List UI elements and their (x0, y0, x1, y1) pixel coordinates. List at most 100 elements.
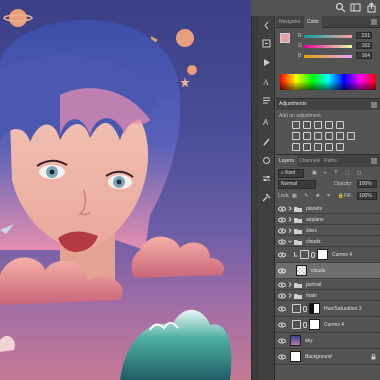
blend-mode-select[interactable]: Normal (278, 180, 316, 189)
visibility-eye-icon[interactable] (278, 293, 286, 299)
channel-mixer-icon[interactable] (336, 132, 344, 140)
green-slider[interactable]: G 162 (298, 42, 372, 50)
layer-row[interactable]: airplane (276, 214, 380, 225)
adjustments-menu-icon[interactable] (371, 102, 377, 108)
blue-slider-track[interactable] (304, 55, 352, 58)
panel-menu-icon[interactable] (371, 19, 377, 25)
curves-icon[interactable] (314, 121, 322, 129)
photo-filter-icon[interactable] (325, 132, 333, 140)
workspace-icon[interactable] (350, 2, 361, 13)
vibrance-icon[interactable] (336, 121, 344, 129)
invert-icon[interactable] (292, 143, 300, 151)
layer-row[interactable]: Background (276, 349, 380, 365)
actions-icon[interactable] (261, 57, 272, 68)
visibility-eye-icon[interactable] (278, 239, 286, 245)
layer-mask-thumbnail[interactable] (317, 249, 328, 260)
blue-slider[interactable]: B 164 (298, 52, 372, 60)
layer-row[interactable]: Hue/Saturation 3 (276, 301, 380, 317)
layer-name[interactable]: Background (305, 354, 332, 360)
chevron-right-icon[interactable] (288, 217, 292, 222)
hue-saturation-icon[interactable] (292, 132, 300, 140)
posterize-icon[interactable] (303, 143, 311, 151)
visibility-eye-icon[interactable] (278, 322, 286, 328)
layer-name[interactable]: main (306, 293, 317, 299)
visibility-eye-icon[interactable] (278, 268, 286, 274)
layer-name[interactable]: stars (306, 228, 317, 234)
layer-row[interactable]: main (276, 290, 380, 301)
layer-name[interactable]: clouds (306, 239, 320, 245)
visibility-eye-icon[interactable] (278, 282, 286, 288)
brushes-icon[interactable] (261, 136, 272, 147)
layer-name[interactable]: sky (305, 338, 313, 344)
green-value-field[interactable]: 162 (356, 42, 372, 49)
layer-mask-thumbnail[interactable] (309, 303, 320, 314)
color-balance-icon[interactable] (303, 132, 311, 140)
visibility-eye-icon[interactable] (278, 217, 286, 223)
threshold-icon[interactable] (314, 143, 322, 151)
layer-row[interactable]: clouds (276, 236, 380, 247)
selective-color-icon[interactable] (325, 143, 333, 151)
layer-mask-thumbnail[interactable] (309, 319, 320, 330)
document-canvas[interactable] (0, 0, 251, 380)
layer-row-selected[interactable]: clouds (276, 263, 380, 279)
layer-row[interactable]: Curves 4 (276, 247, 380, 263)
visibility-eye-icon[interactable] (278, 206, 286, 212)
properties-icon[interactable] (261, 173, 272, 184)
layer-name[interactable]: Curves 4 (324, 322, 344, 328)
link-icon[interactable] (311, 252, 315, 258)
layer-name[interactable]: Curves 4 (332, 252, 352, 258)
chevron-right-icon[interactable] (288, 282, 292, 287)
color-lookup-icon[interactable] (347, 132, 355, 140)
layer-row[interactable]: sky (276, 333, 380, 349)
layer-row[interactable]: Curves 4 (276, 317, 380, 333)
layer-name[interactable]: clouds (311, 268, 325, 274)
brightness-contrast-icon[interactable] (292, 121, 300, 129)
glyphs-icon[interactable]: A (261, 116, 272, 127)
lock-icons[interactable]: ▦ ✎ ✥ ⌗ 🔒 (292, 193, 347, 199)
layer-thumbnail[interactable] (290, 351, 301, 362)
opacity-field[interactable]: 100% (357, 180, 377, 188)
link-icon[interactable] (303, 306, 307, 312)
gradient-map-icon[interactable] (336, 143, 344, 151)
link-icon[interactable] (303, 322, 307, 328)
chevron-down-icon[interactable] (288, 239, 292, 244)
visibility-eye-icon[interactable] (278, 306, 286, 312)
chevron-right-icon[interactable] (288, 293, 292, 298)
layers-menu-icon[interactable] (371, 158, 377, 164)
tab-channels[interactable]: Channels (296, 155, 323, 167)
panel-collapse-strip[interactable] (251, 16, 258, 380)
history-icon[interactable] (261, 38, 272, 49)
character-icon[interactable]: A (261, 76, 272, 87)
layer-row[interactable]: stars (276, 225, 380, 236)
red-slider[interactable]: R 231 (298, 32, 372, 40)
layer-name[interactable]: Hue/Saturation 3 (324, 306, 362, 312)
layer-name[interactable]: airplane (306, 217, 324, 223)
search-icon[interactable] (335, 2, 346, 13)
color-spectrum-ramp[interactable] (280, 74, 376, 90)
layer-row[interactable]: planets (276, 203, 380, 214)
tab-navigator[interactable]: Navigator (276, 16, 303, 28)
fill-field[interactable]: 100% (357, 192, 377, 200)
chevron-right-icon[interactable] (288, 206, 292, 211)
visibility-eye-icon[interactable] (278, 354, 286, 360)
paragraph-icon[interactable] (261, 95, 272, 106)
blue-value-field[interactable]: 164 (356, 52, 372, 59)
layer-name[interactable]: planets (306, 206, 322, 212)
collapse-icon[interactable] (261, 20, 272, 31)
layer-thumbnail[interactable] (290, 335, 301, 346)
layer-thumbnail[interactable] (296, 265, 307, 276)
green-slider-track[interactable] (304, 45, 352, 48)
black-white-icon[interactable] (314, 132, 322, 140)
visibility-eye-icon[interactable] (278, 338, 286, 344)
visibility-eye-icon[interactable] (278, 252, 286, 258)
clone-source-icon[interactable] (261, 155, 272, 166)
filter-type-icons[interactable]: ▣ ◐ T ⬚ ◻ (312, 170, 364, 176)
tab-layers[interactable]: Layers (276, 155, 298, 167)
tool-presets-icon[interactable] (261, 192, 272, 203)
tab-paths[interactable]: Paths (321, 155, 340, 167)
foreground-color-swatch[interactable] (280, 33, 290, 43)
visibility-eye-icon[interactable] (278, 228, 286, 234)
layer-name[interactable]: portrait (306, 282, 322, 288)
tab-color[interactable]: Color (304, 16, 322, 28)
red-slider-track[interactable] (304, 35, 352, 38)
